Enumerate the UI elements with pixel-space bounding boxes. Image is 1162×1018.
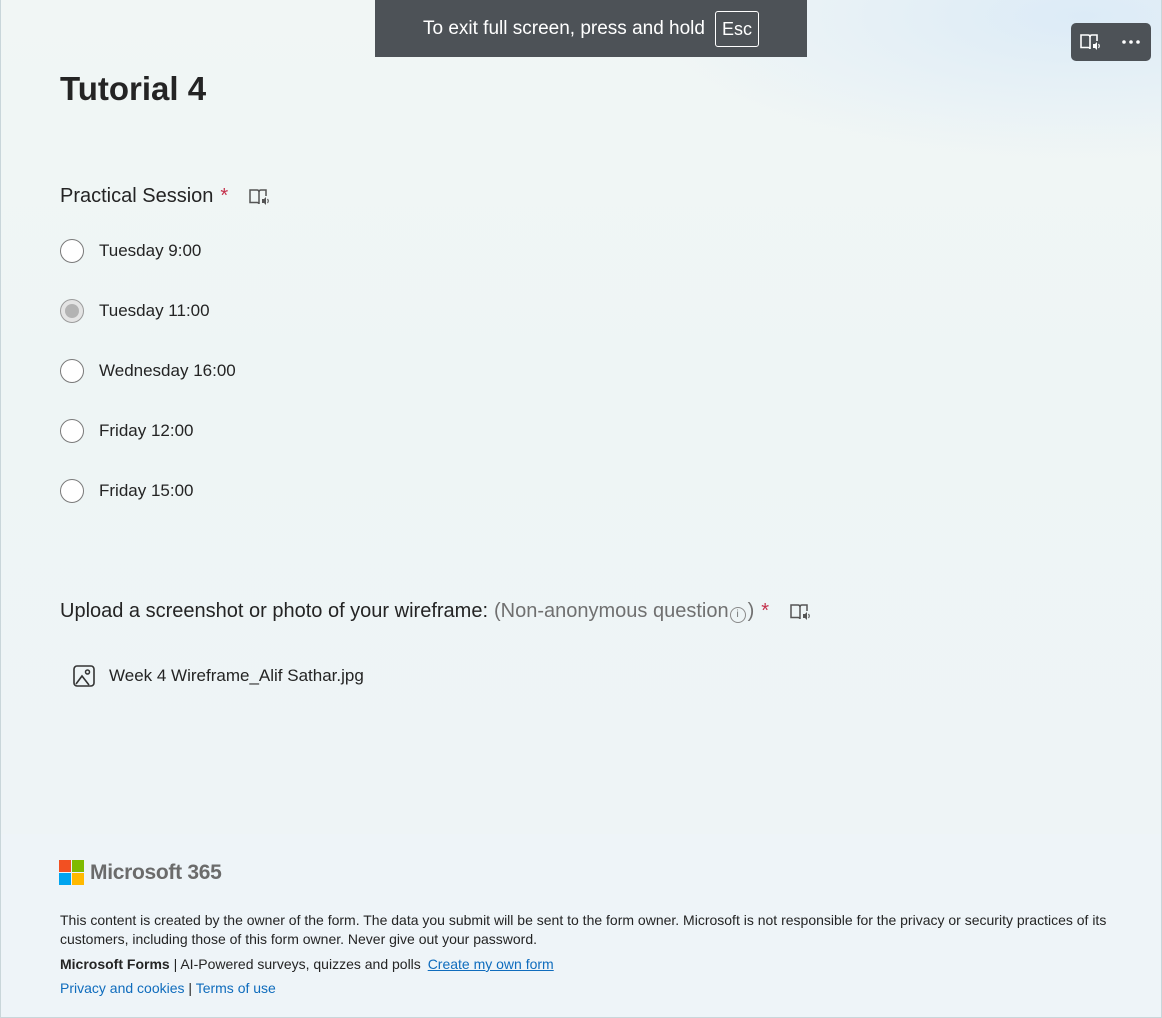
more-options-icon: [1122, 40, 1140, 44]
question-practical-session-title: Practical Session *: [60, 185, 272, 208]
option-label: Wednesday 16:00: [99, 361, 236, 380]
immersive-reader-icon: [1080, 34, 1100, 50]
image-file-icon: [73, 665, 95, 687]
question-text: Practical Session: [60, 185, 214, 207]
footer-disclaimer: This content is created by the owner of …: [60, 912, 1107, 947]
immersive-reader-icon: [790, 603, 810, 620]
option-tuesday-11[interactable]: Tuesday 11:00: [60, 296, 236, 326]
form-title: Tutorial 4: [60, 70, 207, 107]
fullscreen-message: To exit full screen, press and hold: [422, 17, 705, 39]
radio-button-selected[interactable]: [60, 299, 84, 323]
fullscreen-exit-banner: To exit full screen, press and hold Esc: [375, 0, 807, 57]
radio-button[interactable]: [60, 479, 84, 503]
legal-links: Privacy and cookies | Terms of use: [60, 980, 276, 996]
practical-session-options: Tuesday 9:00 Tuesday 11:00 Wednesday 16:…: [60, 236, 236, 536]
radio-dot: [65, 304, 79, 318]
required-marker: *: [761, 600, 770, 622]
radio-button[interactable]: [60, 419, 84, 443]
question-text: Upload a screenshot or photo of your wir…: [60, 600, 488, 622]
forms-tagline-line: Microsoft Forms | AI-Powered surveys, qu…: [60, 956, 554, 972]
option-label: Tuesday 11:00: [99, 301, 210, 320]
question-upload-title: Upload a screenshot or photo of your wir…: [60, 600, 813, 623]
separator: |: [188, 980, 193, 996]
option-label: Friday 15:00: [99, 481, 194, 500]
microsoft-365-logo: Microsoft 365: [59, 860, 222, 885]
terms-link[interactable]: Terms of use: [196, 980, 276, 996]
non-anonymous-note: (Non-anonymous question i): [494, 600, 754, 623]
option-wednesday-16[interactable]: Wednesday 16:00: [60, 356, 236, 386]
separator: |: [173, 956, 178, 972]
option-label: Tuesday 9:00: [99, 241, 202, 260]
forms-tagline: AI-Powered surveys, quizzes and polls: [180, 956, 421, 972]
uploaded-file[interactable]: Week 4 Wireframe_Alif Sathar.jpg: [72, 664, 364, 688]
radio-button[interactable]: [60, 239, 84, 263]
immersive-reader-icon: [249, 188, 270, 205]
esc-key-hint: Esc: [714, 10, 759, 47]
privacy-link[interactable]: Privacy and cookies: [60, 980, 185, 996]
immersive-reader-button[interactable]: [1075, 27, 1107, 57]
microsoft-logo-icon: [59, 860, 84, 885]
question-reader-button[interactable]: [789, 601, 813, 623]
non-anonymous-label: (Non-anonymous question: [494, 600, 729, 622]
option-label: Friday 12:00: [99, 421, 194, 440]
question-reader-button[interactable]: [248, 186, 272, 208]
required-marker: *: [220, 185, 229, 207]
option-tuesday-9[interactable]: Tuesday 9:00: [60, 236, 236, 266]
info-icon[interactable]: i: [729, 606, 746, 623]
file-name: Week 4 Wireframe_Alif Sathar.jpg: [109, 666, 364, 685]
option-friday-15[interactable]: Friday 15:00: [60, 476, 236, 506]
brand-name: Microsoft 365: [90, 860, 222, 884]
more-options-button[interactable]: [1115, 27, 1147, 57]
top-toolbar: [1071, 23, 1151, 61]
note-close: ): [747, 600, 755, 622]
forms-product-name: Microsoft Forms: [60, 956, 170, 972]
create-form-link[interactable]: Create my own form: [428, 956, 554, 972]
option-friday-12[interactable]: Friday 12:00: [60, 416, 236, 446]
radio-button[interactable]: [60, 359, 84, 383]
